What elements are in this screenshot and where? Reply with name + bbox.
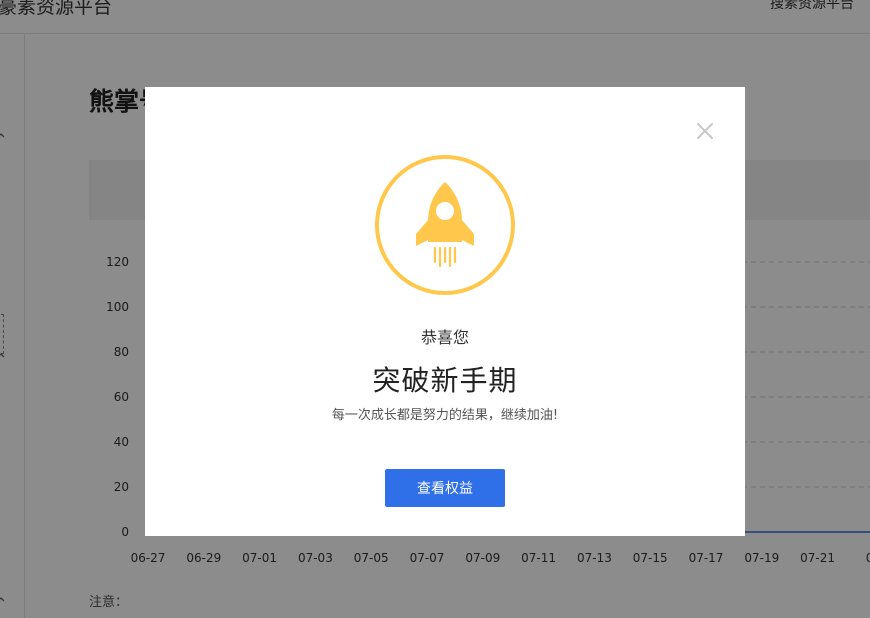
modal-subtitle: 恭喜您 xyxy=(420,328,469,347)
rocket-badge xyxy=(374,154,516,296)
modal-description: 每一次成长都是努力的结果，继续加油! xyxy=(331,408,559,423)
achievement-modal: 恭喜您 突破新手期 每一次成长都是努力的结果，继续加油! 查看权益 xyxy=(145,87,745,536)
rocket-icon xyxy=(375,155,515,295)
modal-headline: 突破新手期 xyxy=(372,364,518,397)
view-benefits-button[interactable]: 查看权益 xyxy=(385,469,505,507)
close-icon[interactable] xyxy=(695,121,715,141)
